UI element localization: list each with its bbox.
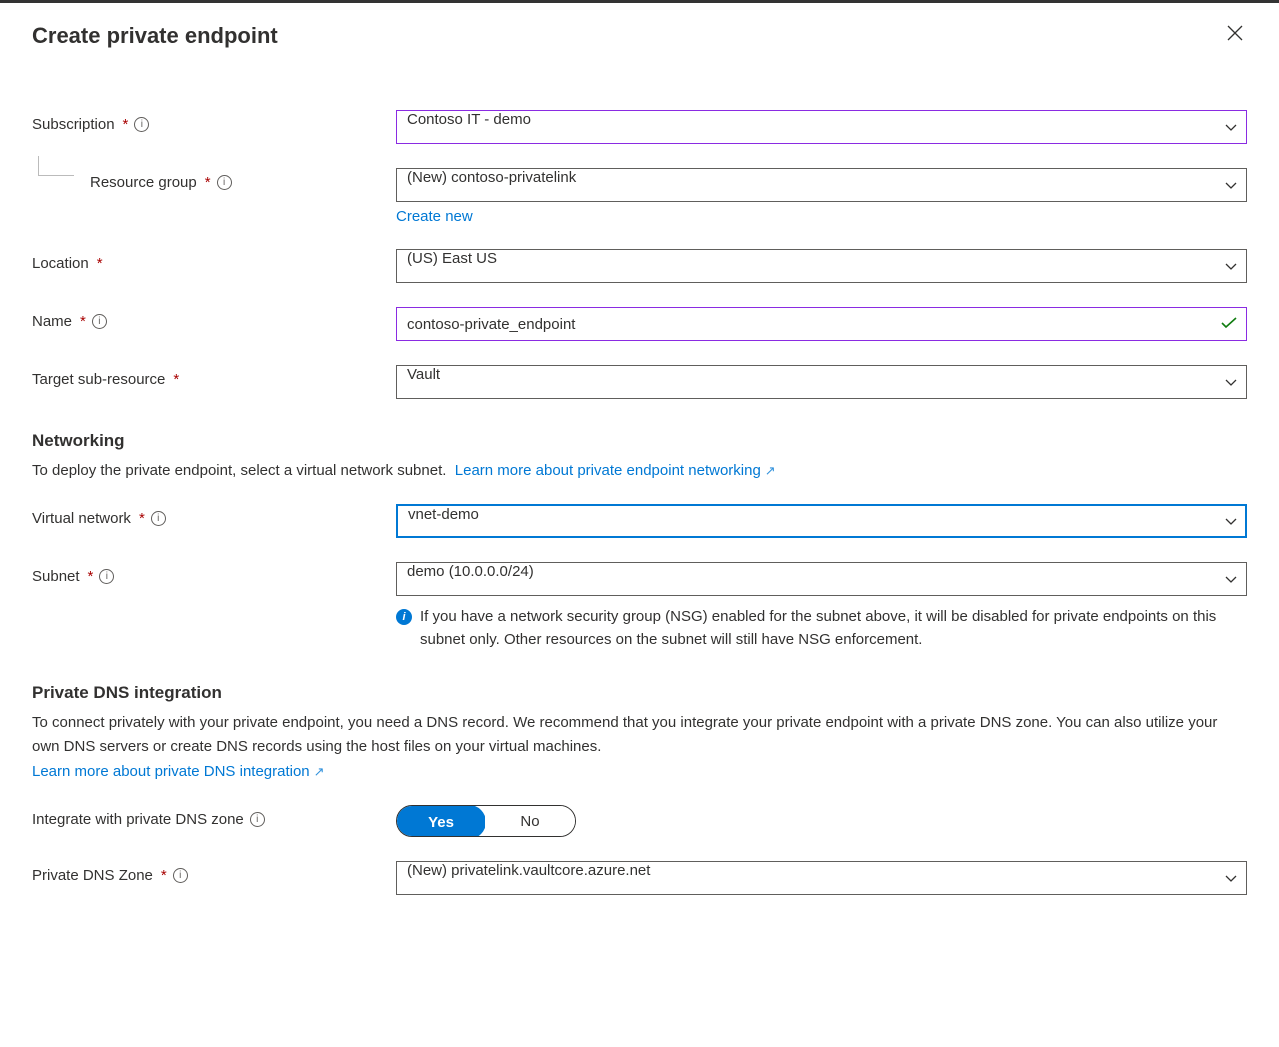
info-icon[interactable]: i <box>151 511 166 526</box>
location-select[interactable]: (US) East US <box>396 249 1247 283</box>
name-input[interactable] <box>396 307 1247 341</box>
info-icon: i <box>396 609 412 625</box>
target-sub-resource-label: Target sub-resource <box>32 371 165 388</box>
integrate-dns-label: Integrate with private DNS zone <box>32 811 244 828</box>
resource-group-select[interactable]: (New) contoso-privatelink <box>396 168 1247 202</box>
virtual-network-label: Virtual network <box>32 510 131 527</box>
resource-group-label: Resource group <box>90 174 197 191</box>
info-icon[interactable]: i <box>217 175 232 190</box>
networking-desc: To deploy the private endpoint, select a… <box>32 462 446 479</box>
required-icon: * <box>161 867 167 884</box>
subnet-select[interactable]: demo (10.0.0.0/24) <box>396 562 1247 596</box>
required-icon: * <box>139 510 145 527</box>
required-icon: * <box>123 116 129 133</box>
required-icon: * <box>97 255 103 272</box>
info-icon[interactable]: i <box>250 812 265 827</box>
target-sub-resource-select[interactable]: Vault <box>396 365 1247 399</box>
panel-title: Create private endpoint <box>32 23 278 49</box>
info-icon[interactable]: i <box>173 868 188 883</box>
create-new-link[interactable]: Create new <box>396 208 1247 225</box>
required-icon: * <box>80 313 86 330</box>
toggle-no[interactable]: No <box>485 806 575 836</box>
dns-desc: To connect privately with your private e… <box>32 714 1217 754</box>
dns-learn-more-link[interactable]: Learn more about private DNS integration <box>32 763 325 780</box>
subscription-label: Subscription <box>32 116 115 133</box>
tree-elbow-icon <box>38 156 74 176</box>
virtual-network-select[interactable]: vnet-demo <box>396 504 1247 538</box>
name-label: Name <box>32 313 72 330</box>
info-icon[interactable]: i <box>99 569 114 584</box>
required-icon: * <box>173 371 179 388</box>
location-label: Location <box>32 255 89 272</box>
close-icon[interactable] <box>1223 21 1247 50</box>
private-dns-zone-select[interactable]: (New) privatelink.vaultcore.azure.net <box>396 861 1247 895</box>
private-dns-zone-label: Private DNS Zone <box>32 867 153 884</box>
nsg-info-text: If you have a network security group (NS… <box>420 606 1247 651</box>
info-icon[interactable]: i <box>134 117 149 132</box>
integrate-dns-toggle[interactable]: Yes No <box>396 805 576 837</box>
networking-learn-more-link[interactable]: Learn more about private endpoint networ… <box>455 462 776 479</box>
required-icon: * <box>88 568 94 585</box>
dns-heading: Private DNS integration <box>32 683 1247 703</box>
info-icon[interactable]: i <box>92 314 107 329</box>
subnet-label: Subnet <box>32 568 80 585</box>
subscription-select[interactable]: Contoso IT - demo <box>396 110 1247 144</box>
toggle-yes[interactable]: Yes <box>396 805 486 837</box>
required-icon: * <box>205 174 211 191</box>
networking-heading: Networking <box>32 431 1247 451</box>
